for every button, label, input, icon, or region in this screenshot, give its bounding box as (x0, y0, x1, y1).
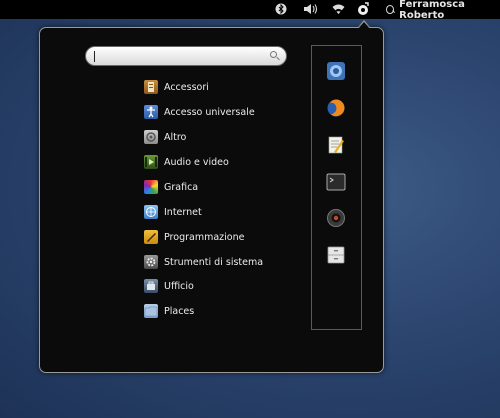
search-input[interactable] (94, 49, 264, 63)
internet-icon (144, 205, 158, 219)
programming-icon (144, 230, 158, 244)
category-places[interactable]: Places (144, 302, 194, 320)
applications-icon[interactable] (355, 2, 371, 16)
other-icon (144, 130, 158, 144)
category-label: Places (164, 305, 195, 317)
user-menu[interactable]: Ferramosca Roberto (386, 0, 500, 21)
chromium-icon[interactable] (326, 61, 346, 81)
wifi-icon[interactable] (331, 2, 345, 16)
category-audio-e-video[interactable]: Audio e video (144, 153, 229, 171)
bluetooth-icon[interactable] (274, 2, 288, 16)
search-box[interactable] (85, 46, 287, 66)
search-icon (270, 51, 277, 58)
category-ufficio[interactable]: Ufficio (144, 277, 194, 295)
category-grafica[interactable]: Grafica (144, 178, 198, 196)
category-strumenti-di-sistema[interactable]: Strumenti di sistema (144, 253, 263, 271)
category-label: Audio e video (164, 156, 229, 168)
category-programmazione[interactable]: Programmazione (144, 228, 244, 246)
top-bar: Ferramosca Roberto (0, 0, 500, 21)
user-name: Ferramosca Roberto (399, 0, 465, 21)
category-label: Altro (164, 131, 187, 143)
webcam-icon[interactable] (326, 208, 346, 228)
category-label: Ufficio (164, 280, 194, 292)
text-editor-icon[interactable] (326, 135, 346, 155)
accessories-icon (144, 80, 158, 94)
audio-video-icon (144, 155, 158, 169)
category-accessori[interactable]: Accessori (144, 78, 209, 96)
category-internet[interactable]: Internet (144, 203, 202, 221)
user-status-icon (386, 5, 395, 14)
system-tools-icon (144, 255, 158, 269)
file-cabinet-icon[interactable] (326, 245, 346, 265)
category-label: Grafica (164, 181, 199, 193)
category-altro[interactable]: Altro (144, 128, 186, 146)
volume-icon[interactable] (302, 2, 318, 16)
category-label: Strumenti di sistema (164, 256, 264, 268)
office-icon (144, 279, 158, 293)
category-label: Accessori (164, 81, 209, 93)
category-label: Programmazione (164, 231, 245, 243)
firefox-icon[interactable] (326, 98, 346, 118)
terminal-icon[interactable] (326, 172, 346, 192)
category-accesso-universale[interactable]: Accesso universale (144, 103, 255, 121)
category-label: Accesso universale (164, 106, 255, 118)
universal-access-icon (144, 105, 158, 119)
category-label: Internet (164, 206, 202, 218)
folder-icon (144, 304, 158, 318)
graphics-icon (144, 180, 158, 194)
